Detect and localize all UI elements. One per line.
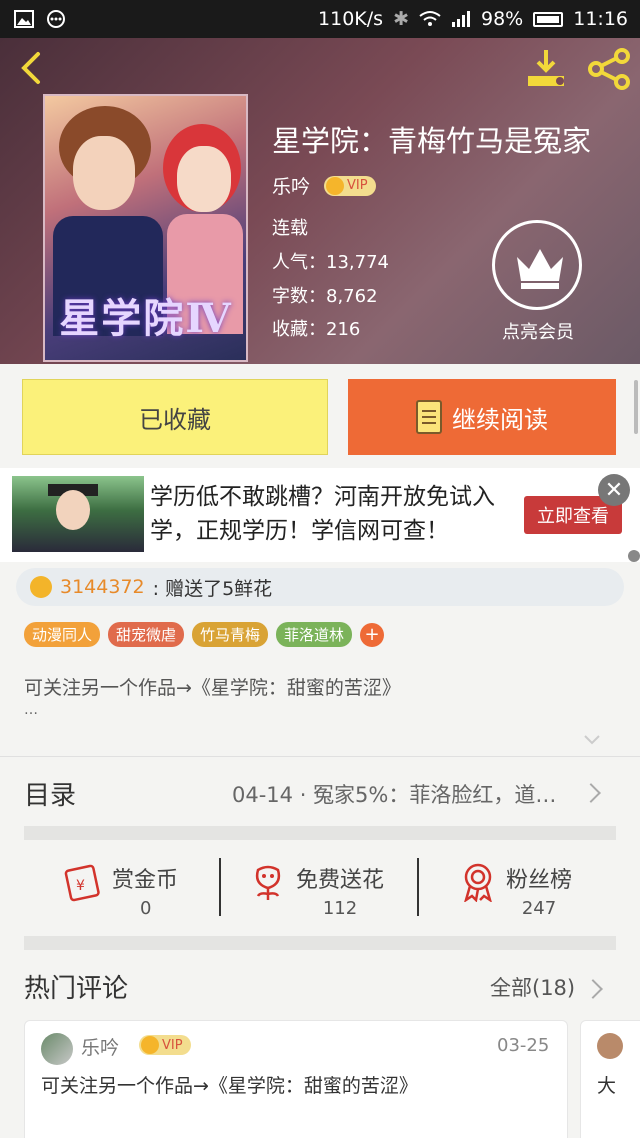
tag-list: 动漫同人 甜宠微虐 竹马青梅 菲洛道林 + (24, 622, 385, 647)
gift-notice: 3144372 : 赠送了5鲜花 (16, 568, 624, 606)
add-tag-icon[interactable]: + (360, 622, 385, 647)
stats-row: ¥ 赏金币 0 免费送花 112 粉丝榜 247 (0, 842, 640, 936)
ad-text: 学历低不敢跳槽？河南开放免试入学，正规学历！学信网可查！ (150, 484, 495, 544)
vip-face-icon (141, 1036, 159, 1054)
cover-logo: 星学院Ⅳ (59, 295, 233, 342)
section-divider (24, 826, 616, 840)
author-row: 乐吟 VIP (272, 172, 376, 199)
stat-label: 粉丝榜 (506, 868, 573, 893)
tag-item[interactable]: 甜宠微虐 (108, 622, 185, 647)
vip-badge: VIP (324, 175, 376, 196)
book-cover[interactable]: 星学院Ⅳ (43, 94, 248, 362)
book-icon (416, 400, 442, 434)
tag-item[interactable]: 菲洛道林 (276, 622, 353, 647)
book-title: 星学院：青梅竹马是冤家 (272, 124, 592, 158)
comment-date: 03-25 (497, 1035, 550, 1056)
ad-close-icon[interactable]: ✕ (598, 474, 630, 506)
battery-percent: 98% (481, 8, 524, 30)
book-word-count: 字数：8,762 (272, 286, 378, 307)
stat-value: 247 (521, 898, 557, 919)
red-envelope-icon: ¥ (64, 864, 100, 902)
flower-gift-icon (30, 576, 52, 598)
book-collections: 收藏：216 (272, 319, 361, 340)
author-name[interactable]: 乐吟 (272, 172, 310, 199)
stat-fan-ranking[interactable]: 粉丝榜 247 (460, 862, 572, 919)
more-dots-icon (47, 10, 65, 28)
avatar[interactable] (597, 1033, 623, 1059)
member-label: 点亮会员 (502, 322, 574, 343)
share-icon[interactable] (586, 46, 632, 92)
cover-character-boy-face (73, 136, 135, 210)
battery-icon (533, 11, 564, 27)
stat-value: 112 (322, 898, 358, 919)
comment-card[interactable]: 大 (580, 1020, 640, 1138)
vip-label: VIP (347, 178, 368, 193)
member-button[interactable] (492, 220, 582, 310)
vip-face-icon (326, 176, 345, 195)
signal-icon (452, 11, 470, 27)
avatar[interactable] (41, 1033, 73, 1065)
action-bar: 已收藏 继续阅读 (0, 364, 640, 468)
ad-image-face (56, 490, 90, 530)
toc-latest-chapter: 04-14 · 冤家5%：菲洛脸红，道… (232, 783, 557, 807)
stat-free-flowers[interactable]: 免费送花 112 (250, 862, 384, 919)
favorite-label: 已收藏 (139, 405, 211, 434)
book-status: 连载 (272, 218, 308, 239)
svg-text:¥: ¥ (76, 878, 85, 894)
wifi-icon (419, 11, 441, 26)
cover-character-girl-face (177, 146, 231, 212)
section-divider (24, 936, 616, 950)
flower-icon (255, 865, 281, 900)
gift-user[interactable]: 3144372 (60, 576, 145, 598)
back-arrow-icon[interactable] (14, 48, 50, 88)
all-comments-link[interactable]: 全部(18) (490, 972, 575, 1002)
crown-icon (517, 249, 563, 289)
toc-label: 目录 (24, 781, 77, 811)
book-popularity: 人气：13,774 (272, 252, 389, 273)
comment-user[interactable]: 乐吟 (81, 1033, 119, 1060)
clock: 11:16 (573, 8, 628, 30)
image-icon (14, 10, 34, 28)
comment-text: 大 (597, 1075, 617, 1097)
scrollbar[interactable] (634, 380, 638, 434)
book-intro: 可关注另一个作品→《星学院：甜蜜的苦涩》 (24, 677, 401, 699)
comment-text: 可关注另一个作品→《星学院：甜蜜的苦涩》 (41, 1075, 418, 1097)
tag-item[interactable]: 动漫同人 (24, 622, 101, 647)
table-of-contents-row[interactable]: 目录 04-14 · 冤家5%：菲洛脸红，道… (0, 756, 640, 826)
stat-label: 免费送花 (296, 868, 385, 893)
stat-divider (219, 858, 221, 916)
vip-badge: VIP (139, 1035, 191, 1055)
stat-label: 赏金币 (112, 868, 179, 893)
intro-ellipsis: … (24, 702, 38, 718)
network-speed: 110K/s (318, 8, 384, 30)
ad-indicator-dot (628, 550, 640, 562)
expand-chevron-icon[interactable] (582, 730, 602, 750)
gift-text: : 赠送了5鲜花 (152, 577, 273, 600)
vip-label: VIP (162, 1037, 183, 1053)
stat-reward-coins[interactable]: ¥ 赏金币 0 (62, 862, 178, 919)
chevron-right-icon (583, 979, 603, 999)
status-bar: 110K/s ✱ 98% 11:16 (0, 0, 640, 38)
comment-card[interactable]: 乐吟 VIP 03-25 可关注另一个作品→《星学院：甜蜜的苦涩》 (24, 1020, 568, 1138)
ad-banner[interactable]: 学历低不敢跳槽？河南开放免试入学，正规学历！学信网可查！ 立即查看 ✕ (0, 468, 640, 562)
continue-reading-button[interactable]: 继续阅读 (348, 379, 616, 455)
bluetooth-icon: ✱ (393, 8, 409, 30)
medal-icon (464, 863, 492, 902)
hot-comments-title: 热门评论 (24, 974, 129, 1004)
continue-label: 继续阅读 (452, 405, 548, 434)
stat-value: 0 (140, 898, 152, 919)
chevron-right-icon (581, 783, 601, 803)
tag-item[interactable]: 竹马青梅 (192, 622, 269, 647)
book-header: 星学院Ⅳ 星学院：青梅竹马是冤家 乐吟 VIP 连载 人气：13,774 字数：… (0, 38, 640, 364)
download-icon[interactable] (524, 46, 568, 90)
stat-divider (417, 858, 419, 916)
favorite-button[interactable]: 已收藏 (22, 379, 328, 455)
ad-image (12, 476, 144, 552)
